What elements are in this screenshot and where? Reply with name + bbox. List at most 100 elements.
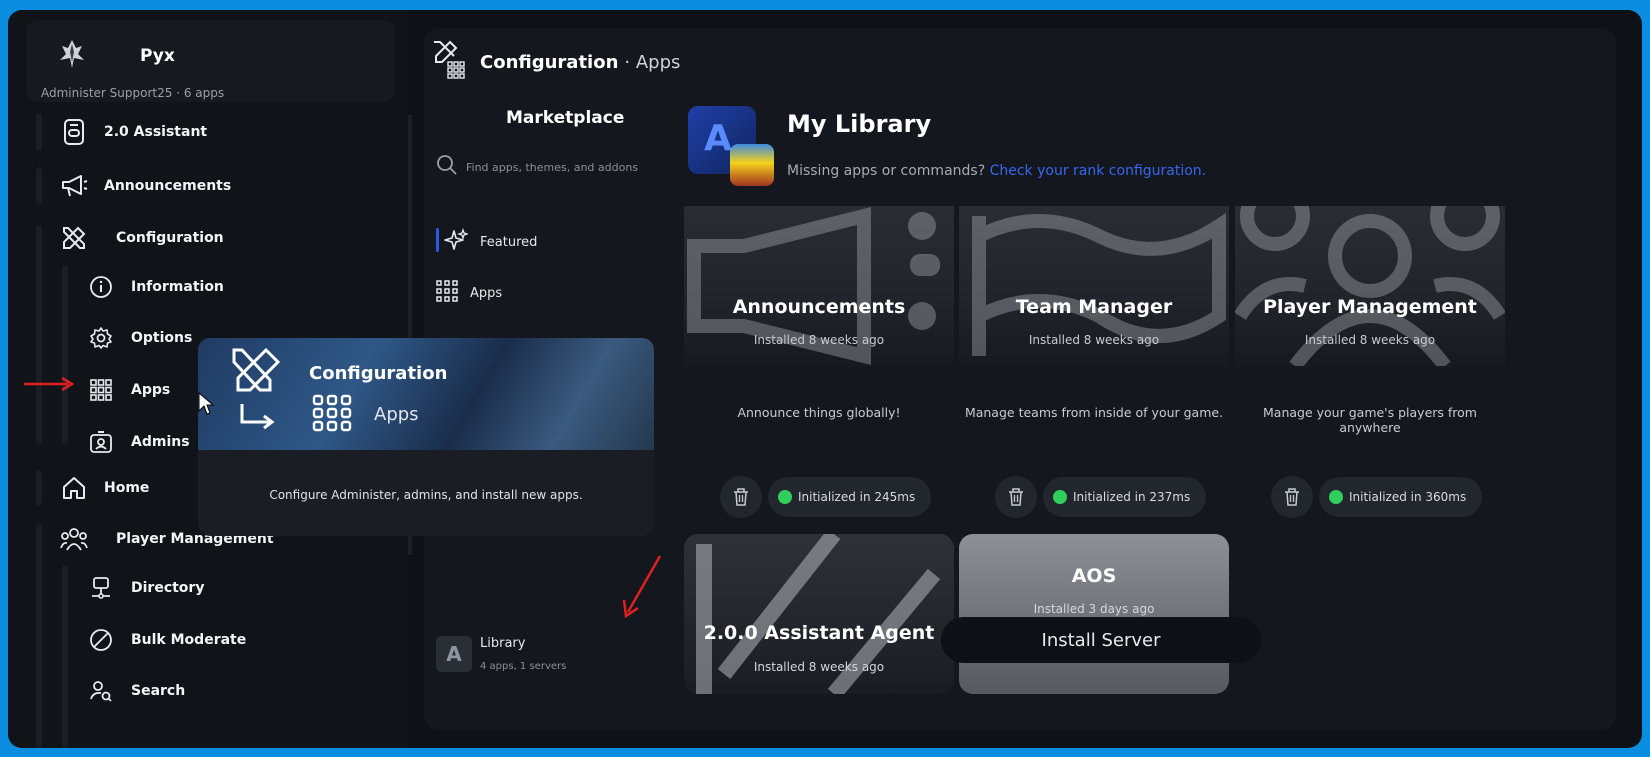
tab-featured[interactable]: Featured xyxy=(444,227,538,256)
sidebar-item-label: Bulk Moderate xyxy=(131,632,247,648)
server-icon xyxy=(87,574,115,602)
grid-icon xyxy=(312,394,352,432)
nav-indicator xyxy=(36,113,42,151)
trash-icon xyxy=(1009,488,1023,506)
red-arrow-annotation xyxy=(622,555,662,619)
trash-icon xyxy=(1285,488,1299,506)
breadcrumb-page: · Apps xyxy=(624,51,681,73)
tooltip-popup: Configuration Apps Configure Administer,… xyxy=(198,338,654,536)
app-name: 2.0.0 Assistant Agent xyxy=(703,622,935,644)
library-icon: A xyxy=(436,636,472,672)
status-badge: Initialized in 360ms xyxy=(1319,477,1483,517)
app-name: Team Manager xyxy=(1015,296,1173,318)
library-count: 4 apps, 1 servers xyxy=(480,661,567,672)
app-installed: Installed 8 weeks ago xyxy=(753,333,885,347)
app-window: Pyx Administer Support25 · 6 apps 2.0 As… xyxy=(8,10,1642,748)
status-text: Initialized in 360ms xyxy=(1349,490,1467,504)
avatar xyxy=(60,40,84,68)
trash-icon xyxy=(734,488,748,506)
app-card-aos[interactable]: AOS Installed 3 days ago xyxy=(959,534,1229,694)
red-arrow-annotation xyxy=(24,377,74,391)
logo-letter: A xyxy=(704,118,732,159)
app-description: Manage your game's players from anywhere xyxy=(1263,405,1477,435)
megaphone-icon xyxy=(60,172,88,200)
status-text: Initialized in 237ms xyxy=(1073,490,1191,504)
library-button[interactable]: A Library 4 apps, 1 servers xyxy=(436,636,566,672)
sidebar-item-label: 2.0 Assistant xyxy=(104,124,208,140)
install-server-button[interactable]: Install Server xyxy=(941,617,1261,663)
home-icon xyxy=(60,474,88,502)
sparkles-icon xyxy=(444,227,470,256)
delete-button[interactable] xyxy=(995,476,1037,518)
sidebar-item-information[interactable]: Information xyxy=(87,267,224,307)
tab-apps[interactable]: Apps xyxy=(436,280,502,306)
sidebar-item-assistant[interactable]: 2.0 Assistant xyxy=(60,112,207,152)
profile-subtitle: Administer Support25 · 6 apps xyxy=(41,86,225,100)
app-description: Manage teams from inside of your game. xyxy=(964,405,1224,420)
grid-icon xyxy=(87,376,115,404)
sidebar-item-configuration[interactable]: Configuration xyxy=(60,218,224,258)
subnav-indicator xyxy=(62,565,68,748)
info-icon xyxy=(87,273,115,301)
app-description: Announce things globally! xyxy=(737,405,901,420)
sidebar-item-label: Configuration xyxy=(116,230,224,246)
search-input[interactable]: Find apps, themes, and addons xyxy=(466,161,638,174)
rank-config-link[interactable]: Check your rank configuration. xyxy=(990,163,1207,179)
sidebar-item-label: Information xyxy=(131,279,224,295)
app-installed: Installed 8 weeks ago xyxy=(1304,333,1436,347)
app-card-announcements[interactable]: Announcements Installed 8 weeks ago Anno… xyxy=(684,206,954,526)
library-logo: A xyxy=(688,106,774,186)
subnav-indicator xyxy=(62,265,68,445)
status-text: Initialized in 245ms xyxy=(798,490,916,504)
game-thumbnail xyxy=(730,144,774,186)
sidebar-item-home[interactable]: Home xyxy=(60,468,149,508)
tab-label: Featured xyxy=(480,234,538,250)
tab-label: Apps xyxy=(470,285,503,301)
users-icon xyxy=(60,525,88,553)
active-indicator xyxy=(436,228,439,252)
nav-indicator xyxy=(36,225,42,445)
pencil-ruler-icon xyxy=(60,224,88,252)
gear-icon xyxy=(87,324,115,352)
page-title: My Library xyxy=(787,110,932,138)
app-card-assistant-agent[interactable]: 2.0.0 Assistant Agent Installed 8 weeks … xyxy=(684,534,954,694)
sidebar-item-announcements[interactable]: Announcements xyxy=(60,166,231,206)
grid-icon xyxy=(436,280,458,306)
sidebar-item-directory[interactable]: Directory xyxy=(87,568,204,608)
ban-icon xyxy=(87,626,115,654)
mouse-cursor-icon xyxy=(198,392,214,415)
status-dot-icon xyxy=(778,490,792,504)
status-badge: Initialized in 237ms xyxy=(1043,477,1207,517)
breadcrumb: Configuration · Apps xyxy=(432,40,680,84)
profile-name: Pyx xyxy=(140,46,175,66)
library-subtitle: Missing apps or commands? Check your ran… xyxy=(787,163,1206,179)
delete-button[interactable] xyxy=(720,476,762,518)
marketplace-title: Marketplace xyxy=(506,108,625,128)
sidebar-item-label: Options xyxy=(131,330,193,346)
app-card-team-manager[interactable]: Team Manager Installed 8 weeks ago Manag… xyxy=(959,206,1229,526)
nav-indicator xyxy=(36,167,42,205)
popup-title: Configuration xyxy=(309,363,448,384)
breadcrumb-section[interactable]: Configuration xyxy=(480,52,618,73)
sidebar-item-search[interactable]: Search xyxy=(87,671,185,711)
sidebar-item-options[interactable]: Options xyxy=(87,318,192,358)
sidebar-item-label: Home xyxy=(104,480,150,496)
app-installed: Installed 8 weeks ago xyxy=(753,660,885,674)
profile-card[interactable]: Pyx Administer Support25 · 6 apps xyxy=(26,20,395,102)
app-card-player-management[interactable]: Player Management Installed 8 weeks ago … xyxy=(1235,206,1505,526)
sidebar-item-admins[interactable]: Admins xyxy=(87,422,190,462)
popup-subtitle: Apps xyxy=(374,404,419,425)
marketplace-search[interactable]: Find apps, themes, and addons xyxy=(436,154,638,180)
popup-description: Configure Administer, admins, and instal… xyxy=(269,488,583,502)
id-badge-icon xyxy=(87,428,115,456)
sidebar-item-bulk-moderate[interactable]: Bulk Moderate xyxy=(87,620,246,660)
document-icon xyxy=(60,118,88,146)
status-dot-icon xyxy=(1329,490,1343,504)
missing-text: Missing apps or commands? xyxy=(787,163,986,179)
library-label: Library xyxy=(480,636,526,651)
sidebar-item-apps[interactable]: Apps xyxy=(87,370,170,410)
app-installed: Installed 3 days ago xyxy=(1033,602,1155,616)
status-dot-icon xyxy=(1053,490,1067,504)
sidebar-item-label: Directory xyxy=(131,580,205,596)
delete-button[interactable] xyxy=(1271,476,1313,518)
